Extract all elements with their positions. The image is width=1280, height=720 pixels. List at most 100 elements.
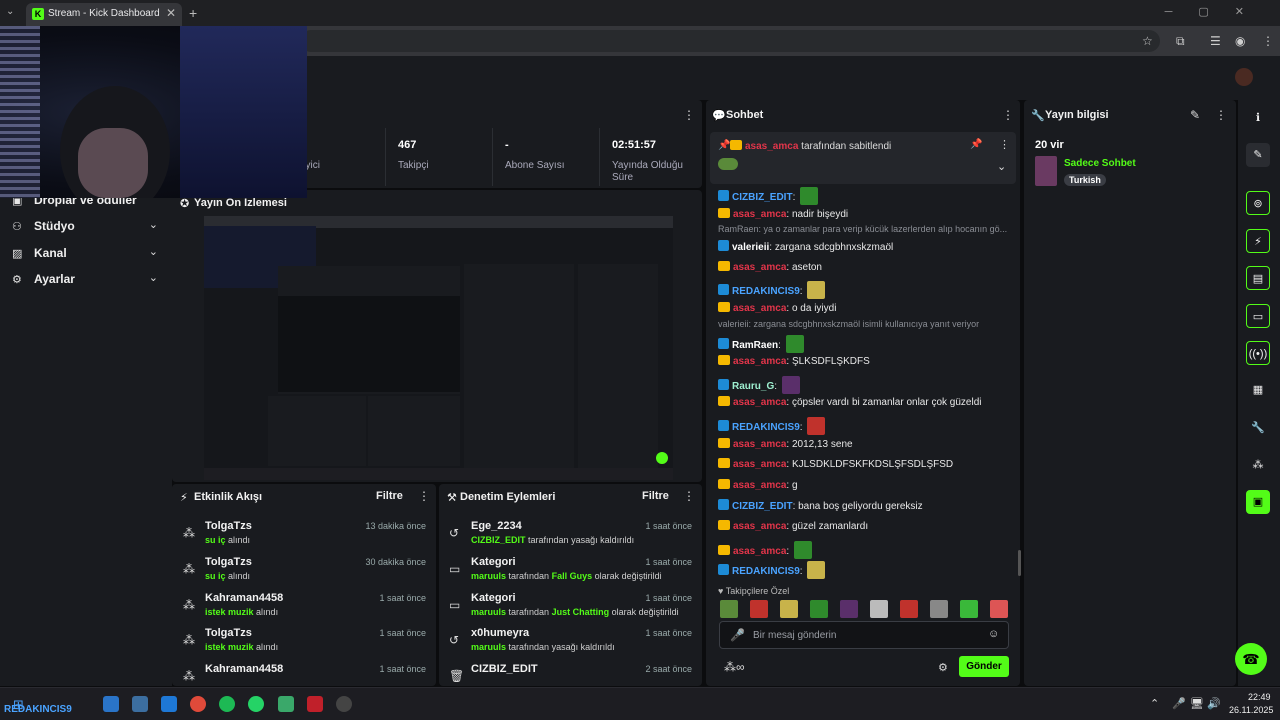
chat-username[interactable]: asas_amca: [733, 356, 786, 367]
chat-username[interactable]: valerieii: [732, 242, 769, 253]
reading-list-icon[interactable]: ☰: [1210, 34, 1221, 48]
extensions-icon[interactable]: ⧉: [1176, 34, 1185, 49]
stats-menu-icon[interactable]: ⋮: [683, 108, 695, 122]
unpin-icon[interactable]: 📌: [970, 139, 982, 150]
chat-username[interactable]: RamRaen: [732, 340, 778, 351]
chat-message[interactable]: asas_amca: güzel zamanlardı: [718, 520, 868, 538]
chat-message[interactable]: asas_amca:: [718, 540, 812, 559]
app-icon[interactable]: ▣: [1246, 490, 1270, 514]
chat-username[interactable]: asas_amca: [733, 439, 786, 450]
notes-icon[interactable]: ▤: [1246, 266, 1270, 290]
taskbar-spotify-icon[interactable]: [219, 696, 235, 712]
tray-volume-icon[interactable]: 🔊: [1207, 697, 1221, 710]
taskbar-app3-icon[interactable]: [307, 696, 323, 712]
taskbar-app-icon[interactable]: [161, 696, 177, 712]
chat-username[interactable]: asas_amca: [733, 397, 786, 408]
tray-mic-icon[interactable]: 🎤: [1172, 697, 1186, 710]
clock-time[interactable]: 22:49: [1248, 692, 1271, 702]
category-name[interactable]: Sadece Sohbet: [1064, 158, 1136, 169]
emote-button[interactable]: [750, 600, 768, 618]
emote-button[interactable]: [870, 600, 888, 618]
layout-icon[interactable]: ▦: [1246, 378, 1270, 402]
taskbar-photos-icon[interactable]: [103, 696, 119, 712]
emote-button[interactable]: [930, 600, 948, 618]
emote-button[interactable]: [780, 600, 798, 618]
new-tab-button[interactable]: +: [189, 5, 197, 21]
edit-icon[interactable]: ✎: [1190, 108, 1200, 122]
chat-message[interactable]: CIZBIZ_EDIT: bana boş geliyordu gereksiz: [718, 499, 923, 517]
activity-menu-icon[interactable]: ⋮: [418, 489, 430, 503]
chat-message[interactable]: asas_amca: ŞLKSDFLŞKDFS: [718, 355, 870, 373]
emoji-icon[interactable]: ☺: [988, 628, 999, 640]
chat-username[interactable]: CIZBIZ_EDIT: [732, 501, 793, 512]
chat-bubble-icon[interactable]: ▭: [1246, 304, 1270, 328]
taskbar-app2-icon[interactable]: [278, 696, 294, 712]
sidebar-item-settings[interactable]: ⚙ Ayarlar ⌄: [12, 271, 162, 291]
chat-message[interactable]: REDAKINCIS9:: [718, 417, 826, 435]
emote-button[interactable]: [840, 600, 858, 618]
chat-menu-icon[interactable]: ⋮: [1002, 108, 1014, 122]
microphone-icon[interactable]: 🎤: [730, 628, 745, 642]
chat-message[interactable]: asas_amca: o da iyiydi: [718, 302, 836, 320]
pinned-menu-icon[interactable]: ⋮: [999, 138, 1010, 151]
moderation-menu-icon[interactable]: ⋮: [683, 489, 695, 503]
chat-message[interactable]: CIZBIZ_EDIT:: [718, 187, 819, 205]
chat-message[interactable]: REDAKINCIS9:: [718, 281, 826, 300]
tray-chevron-icon[interactable]: ⌃: [1150, 697, 1159, 710]
bookmark-star-icon[interactable]: ☆: [1142, 34, 1153, 48]
emote-button[interactable]: [960, 600, 978, 618]
help-icon[interactable]: ☎: [1235, 643, 1267, 675]
chat-username[interactable]: asas_amca: [733, 459, 786, 470]
window-controls[interactable]: ─▢✕: [1165, 5, 1270, 18]
chat-message[interactable]: asas_amca: g: [718, 478, 798, 497]
close-tab-icon[interactable]: ✕: [166, 6, 176, 20]
chat-username[interactable]: asas_amca: [733, 521, 786, 532]
broadcast-icon[interactable]: ((•)): [1246, 341, 1270, 365]
chat-username[interactable]: asas_amca: [733, 262, 786, 273]
chat-message[interactable]: asas_amca: KJLSDKLDFSKFKDSLŞFSDLŞFSD: [718, 458, 953, 476]
sidebar-item-studio[interactable]: ⚇ Stüdyo ⌄: [12, 218, 162, 238]
profile-icon[interactable]: ◉: [1235, 34, 1245, 48]
stream-info-menu-icon[interactable]: ⋮: [1215, 108, 1227, 122]
wrench-tool-icon[interactable]: 🔧: [1246, 416, 1270, 440]
stream-preview[interactable]: [204, 216, 673, 480]
tab-search-icon[interactable]: ⌄: [6, 6, 14, 17]
kick-points-rail-icon[interactable]: ⁂: [1246, 453, 1270, 477]
clock-date[interactable]: 26.11.2025: [1229, 705, 1273, 715]
kick-points-icon[interactable]: ⁂∞: [724, 660, 745, 674]
chat-settings-icon[interactable]: ⚙: [938, 661, 948, 674]
taskbar-explorer-icon[interactable]: [132, 696, 148, 712]
info-icon[interactable]: ℹ: [1246, 106, 1270, 130]
chat-message[interactable]: REDAKINCIS9:: [718, 561, 826, 580]
taskbar-chrome-icon[interactable]: [190, 696, 206, 712]
chat-message[interactable]: asas_amca: aseton: [718, 260, 822, 279]
chat-message[interactable]: asas_amca: nadir bişeydi: [718, 207, 848, 226]
chat-username[interactable]: Rauru_G: [732, 381, 774, 392]
browser-menu-icon[interactable]: ⋮: [1262, 34, 1274, 48]
sidebar-item-channel[interactable]: ▨ Kanal ⌄: [12, 245, 162, 265]
chat-username[interactable]: REDAKINCIS9: [732, 286, 800, 297]
emote-button[interactable]: [900, 600, 918, 618]
taskbar-obs-icon[interactable]: [336, 696, 352, 712]
send-button[interactable]: Gönder: [959, 656, 1009, 677]
chevron-down-icon[interactable]: ⌄: [997, 160, 1006, 173]
emote-button[interactable]: [720, 600, 738, 618]
tag-badge[interactable]: Turkish: [1064, 174, 1106, 186]
browser-tab[interactable]: K Stream - Kick Dashboard ✕: [26, 3, 182, 26]
chat-username[interactable]: REDAKINCIS9: [732, 566, 800, 577]
chat-username[interactable]: asas_amca: [733, 209, 786, 220]
chat-username[interactable]: CIZBIZ_EDIT: [732, 192, 793, 203]
chat-username[interactable]: asas_amca: [733, 546, 786, 557]
emote-button[interactable]: [810, 600, 828, 618]
chat-message[interactable]: valerieii: zargana sdcgbhnxskzmaöl: [718, 240, 893, 258]
lightning-icon[interactable]: ⚡: [1246, 229, 1270, 253]
chat-message[interactable]: asas_amca: çöpsler vardı bi zamanlar onl…: [718, 396, 982, 414]
moderation-filter-button[interactable]: Filtre: [642, 490, 669, 502]
stream-target-icon[interactable]: ⊚: [1246, 191, 1270, 215]
chat-scrollbar[interactable]: [1018, 550, 1021, 576]
emote-button[interactable]: [990, 600, 1008, 618]
user-avatar[interactable]: [1235, 68, 1253, 86]
edit-pencil-icon[interactable]: ✎: [1246, 143, 1270, 167]
activity-filter-button[interactable]: Filtre: [376, 490, 403, 502]
tray-network-icon[interactable]: 🖥: [1190, 697, 1204, 710]
